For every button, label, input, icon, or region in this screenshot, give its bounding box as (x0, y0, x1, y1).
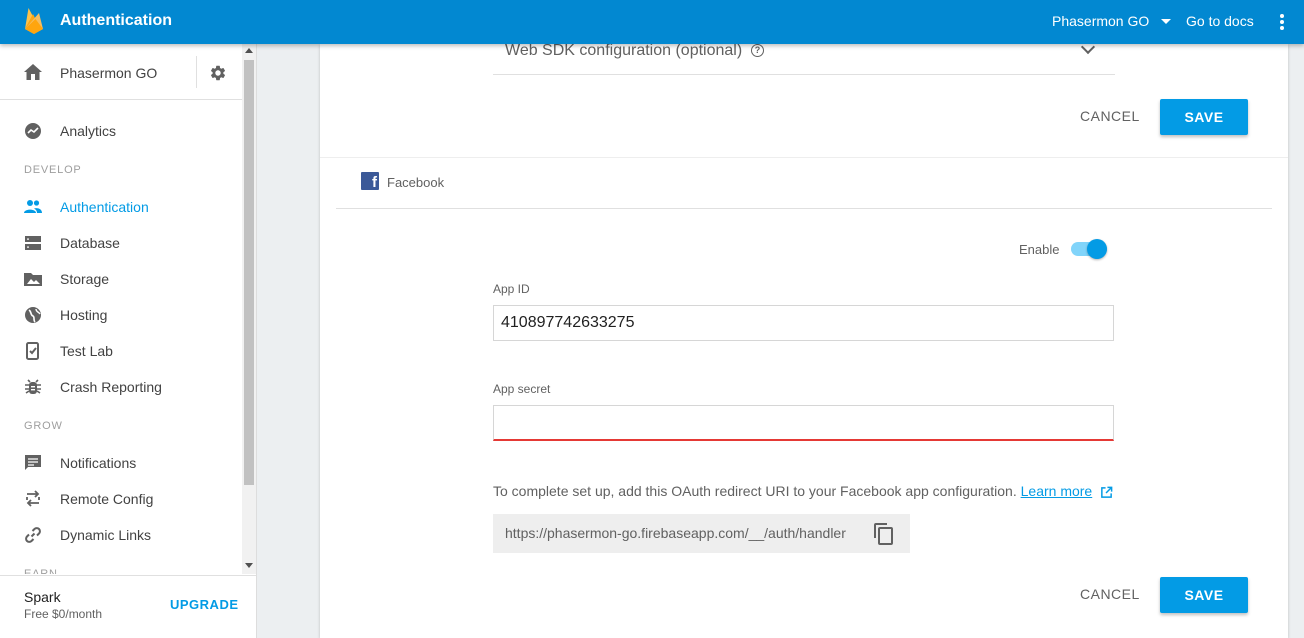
provider-config-card: Web SDK configuration (optional) ? CANCE… (320, 39, 1288, 638)
people-icon (24, 200, 42, 213)
app-id-input[interactable] (493, 305, 1114, 341)
upgrade-button[interactable]: UPGRADE (170, 597, 239, 612)
link-icon (25, 527, 41, 543)
sidebar-item-crash-reporting[interactable]: Crash Reporting (0, 369, 242, 405)
facebook-icon: f (361, 172, 379, 191)
scroll-up-arrow-icon[interactable] (245, 48, 253, 53)
oauth-info-message: To complete set up, add this OAuth redir… (493, 483, 1017, 499)
provider-name: Facebook (387, 175, 445, 190)
sidebar-item-label: Analytics (60, 123, 117, 139)
sidebar-item-label: Authentication (60, 199, 149, 215)
sidebar-item-hosting[interactable]: Hosting (0, 297, 242, 333)
app-id-label: App ID (493, 282, 530, 296)
save-button[interactable]: SAVE (1160, 99, 1248, 135)
go-to-docs-link[interactable]: Go to docs (1186, 13, 1254, 29)
provider-header: f Facebook (336, 158, 1272, 209)
enable-toggle[interactable] (1071, 239, 1107, 259)
help-icon[interactable]: ? (751, 44, 764, 57)
page-title: Authentication (60, 12, 172, 29)
open-in-new-icon[interactable] (1100, 486, 1113, 499)
web-sdk-config-label: Web SDK configuration (optional) (505, 42, 743, 59)
redirect-uri-text: https://phasermon-go.firebaseapp.com/__/… (505, 525, 846, 541)
sidebar-item-label: Storage (60, 271, 110, 287)
sidebar-scrollbar-thumb[interactable] (244, 60, 254, 485)
sidebar-item-label: Crash Reporting (60, 379, 162, 395)
redirect-uri-box: https://phasermon-go.firebaseapp.com/__/… (493, 514, 910, 553)
sidebar-project-row: Phasermon GO (0, 44, 242, 100)
analytics-icon (25, 123, 41, 139)
sidebar-item-database[interactable]: Database (0, 225, 242, 261)
sidebar-item-storage[interactable]: Storage (0, 261, 242, 297)
sidebar-item-notifications[interactable]: Notifications (0, 445, 242, 481)
learn-more-link[interactable]: Learn more (1021, 483, 1093, 499)
top-app-bar: Authentication Phasermon GO Go to docs (0, 0, 1304, 44)
remote-config-icon (26, 490, 40, 507)
project-switcher[interactable]: Phasermon GO (1052, 13, 1172, 29)
cancel-button[interactable]: CANCEL (1080, 108, 1140, 124)
globe-icon (25, 307, 41, 323)
cancel-button[interactable]: CANCEL (1080, 586, 1140, 602)
dropdown-caret-icon (1161, 18, 1172, 24)
gear-icon[interactable] (209, 64, 227, 82)
project-switcher-label: Phasermon GO (1052, 13, 1150, 29)
enable-label: Enable (1019, 242, 1060, 257)
app-secret-label: App secret (493, 382, 551, 396)
sidebar-item-label: Test Lab (60, 343, 113, 359)
section-label-grow: GROW (24, 420, 63, 432)
database-icon (25, 236, 41, 250)
section-label-develop: DEVELOP (24, 164, 82, 176)
toggle-knob (1087, 239, 1107, 259)
plan-name: Spark (24, 589, 61, 605)
more-vert-icon[interactable] (1278, 12, 1286, 32)
sidebar-item-test-lab[interactable]: Test Lab (0, 333, 242, 369)
web-sdk-config-row[interactable]: Web SDK configuration (optional) ? (493, 39, 1115, 75)
sidebar-item-analytics[interactable]: Analytics (0, 113, 242, 149)
image-folder-icon (24, 273, 42, 286)
home-icon[interactable] (24, 64, 42, 80)
sidebar-item-label: Dynamic Links (60, 527, 152, 543)
sidebar-item-label: Notifications (60, 455, 137, 471)
firebase-logo-icon (25, 8, 43, 34)
plan-box: Spark Free $0/month UPGRADE (0, 575, 256, 638)
message-icon (25, 455, 41, 470)
sidebar-item-label: Remote Config (60, 491, 154, 507)
sidebar-item-dynamic-links[interactable]: Dynamic Links (0, 517, 242, 553)
sidebar: Phasermon GO Analytics DEVELOP Authentic… (0, 44, 257, 638)
sidebar-item-authentication[interactable]: Authentication (0, 189, 242, 225)
sidebar-item-label: Database (60, 235, 120, 251)
scroll-down-arrow-icon[interactable] (245, 563, 253, 568)
app-secret-input[interactable] (493, 405, 1114, 441)
section-label-earn: EARN (24, 568, 58, 574)
plan-price: Free $0/month (24, 607, 103, 621)
oauth-info-text: To complete set up, add this OAuth redir… (493, 483, 1113, 499)
sidebar-item-label: Hosting (60, 307, 108, 323)
sidebar-project-name[interactable]: Phasermon GO (60, 65, 157, 81)
test-lab-icon (26, 342, 39, 360)
copy-icon[interactable] (873, 522, 895, 546)
save-button[interactable]: SAVE (1160, 577, 1248, 613)
bug-icon (25, 379, 41, 394)
sidebar-item-remote-config[interactable]: Remote Config (0, 481, 242, 517)
divider (196, 56, 197, 88)
